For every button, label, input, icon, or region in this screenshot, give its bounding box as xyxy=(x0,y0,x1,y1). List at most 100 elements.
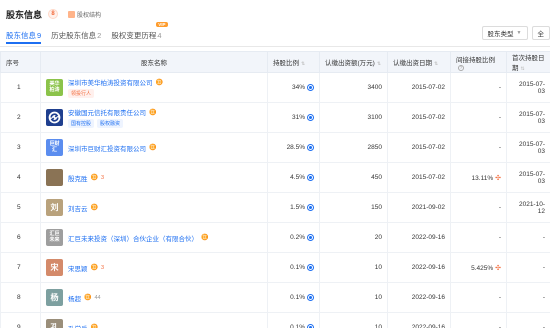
holder-name-row: 深圳市美华柏涛投资有限公司 ♊ xyxy=(68,77,163,88)
table-header-row: 序号 股东名称 持股比例 ⇅ 认缴出资额(万元) ⇅ 认缴出资日期 ⇅ 间接持股比例?… xyxy=(0,51,550,73)
related-company-icon[interactable]: ♊ xyxy=(91,174,98,181)
holder-name-link[interactable]: 宋思颖 xyxy=(68,263,88,273)
tab-equity-changes[interactable]: 股权变更历程4 VIP xyxy=(111,21,168,41)
tag-row: 领投行人 xyxy=(68,89,163,98)
ratio-cell: 0.1% xyxy=(267,252,320,283)
row-index: 9 xyxy=(0,312,41,328)
penetration-icon[interactable]: ✣ xyxy=(495,265,501,272)
related-company-icon[interactable]: ♊ xyxy=(84,294,91,301)
holder-name-link[interactable]: 刘吉云 xyxy=(68,203,88,213)
equity-chain-icon[interactable]: ♊ xyxy=(91,204,98,211)
holder-cell: 孔孔学兵♊ xyxy=(40,312,268,328)
sort-icon: ⇅ xyxy=(301,61,306,67)
table-row: 1 美华 柏涛 深圳市美华柏涛投资有限公司 ♊ 领投行人 34% 3400 2015-07-0… xyxy=(0,72,550,103)
ratio-chart-icon[interactable] xyxy=(307,83,314,91)
amount-cell: 2850 xyxy=(319,132,388,163)
row-index: 8 xyxy=(0,282,41,313)
shareholder-type-dropdown[interactable]: 股东类型 ▼ xyxy=(481,26,528,40)
equity-chain-icon[interactable]: ♊ xyxy=(201,234,208,241)
dropdown-label: 股东类型 xyxy=(487,31,514,38)
holder-name-row: 汇巨未来投资（深圳）合伙企业（有限合伙） ♊ xyxy=(68,233,208,243)
tab-count: 9 xyxy=(37,30,42,40)
ratio-chart-icon[interactable] xyxy=(307,143,314,151)
holder: 安徽国元信托有限责任公司 ♊ 国有控股 股权融资 xyxy=(46,107,262,128)
table-row: 6 汇巨 未来 汇巨未来投资（深圳）合伙企业（有限合伙） ♊ 0.2% 20 2022-09… xyxy=(0,222,550,253)
penetration-icon[interactable]: ✣ xyxy=(495,175,501,182)
ratio-value: 1.5% xyxy=(290,204,305,212)
holder-name-link[interactable]: 孔学兵 xyxy=(68,323,88,328)
ratio-chart-icon[interactable] xyxy=(307,323,314,328)
holder-cell: 刘刘吉云 ♊ xyxy=(40,192,268,223)
first-date-cell: 2015-07-03 xyxy=(506,162,550,193)
table-row: 7 宋宋思颖 ♊ 3 0.1% 10 2022-09-16 5.425% ✣ - xyxy=(0,252,550,283)
holder-tag: 领投行人 xyxy=(68,89,95,98)
holder: 孔孔学兵♊ xyxy=(46,319,262,328)
holder-name-link[interactable]: 汇巨未来投资（深圳）合伙企业（有限合伙） xyxy=(68,233,198,243)
holder-name-link[interactable]: 深圳市美华柏涛投资有限公司 xyxy=(68,77,153,87)
tab-count: 4 xyxy=(157,30,162,40)
avatar: 宋 xyxy=(46,259,63,276)
ratio-value: 0.1% xyxy=(290,324,305,328)
row-index: 6 xyxy=(0,222,41,253)
equity-chain-icon[interactable]: ♊ xyxy=(149,144,156,151)
avatar: 杨 xyxy=(46,289,63,306)
equity-chain-icon[interactable]: ♊ xyxy=(149,109,156,116)
count-badge: 8 xyxy=(48,9,59,19)
holder-name-link[interactable]: 深圳市巨财汇投资有限公司 xyxy=(68,143,146,153)
first-date-cell: - xyxy=(506,222,550,253)
holder-info: 汇巨未来投资（深圳）合伙企业（有限合伙） ♊ xyxy=(68,233,208,243)
avatar: 孔 xyxy=(46,319,63,328)
other-filter-dropdown[interactable]: 全 xyxy=(531,26,550,40)
col-date[interactable]: 认缴出资日期 ⇅ xyxy=(387,51,451,73)
holder: 汇巨 未来 汇巨未来投资（深圳）合伙企业（有限合伙） ♊ xyxy=(46,229,262,246)
tab-history-shareholders[interactable]: 历史股东信息2 xyxy=(51,30,101,41)
tab-label: 股权变更历程 xyxy=(111,30,157,40)
holder-info: 刘吉云 ♊ xyxy=(68,203,98,213)
ratio-chart-icon[interactable] xyxy=(307,173,314,181)
holder-name-link[interactable]: 殷克胜 xyxy=(68,173,88,183)
equity-structure-label: 股权结构 xyxy=(77,12,102,19)
related-count[interactable]: 3 xyxy=(101,175,104,181)
holder: 杨杨超 ♊ 44 xyxy=(46,289,262,306)
indirect-cell: 5.425% ✣ xyxy=(450,252,507,283)
ratio-chart-icon[interactable] xyxy=(307,293,314,301)
tab-shareholders[interactable]: 股东信息9 xyxy=(6,30,42,44)
col-ratio[interactable]: 持股比例 ⇅ xyxy=(267,51,320,73)
indirect-value: - xyxy=(498,204,501,211)
indirect-cell: - xyxy=(450,282,507,313)
help-icon[interactable]: ? xyxy=(458,64,464,71)
ratio-cell: 0.2% xyxy=(267,222,320,253)
table-body: 1 美华 柏涛 深圳市美华柏涛投资有限公司 ♊ 领投行人 34% 3400 2015-07-0… xyxy=(0,72,550,328)
person-photo xyxy=(46,169,63,186)
col-amount[interactable]: 认缴出资额(万元) ⇅ xyxy=(319,51,388,73)
equity-chain-icon[interactable]: ♊ xyxy=(91,324,98,328)
ratio-chart-icon[interactable] xyxy=(307,203,314,211)
holder: 刘刘吉云 ♊ xyxy=(46,199,262,216)
shareholder-table: 序号 股东名称 持股比例 ⇅ 认缴出资额(万元) ⇅ 认缴出资日期 ⇅ 间接持股比例?… xyxy=(0,51,550,328)
equity-structure-link[interactable]: 股权结构 xyxy=(68,10,101,19)
holder-cell: 汇巨 未来 汇巨未来投资（深圳）合伙企业（有限合伙） ♊ xyxy=(40,222,268,253)
holder-cell: 宋宋思颖 ♊ 3 xyxy=(40,252,268,283)
related-company-icon[interactable]: ♊ xyxy=(91,264,98,271)
ratio-value: 4.5% xyxy=(290,174,305,182)
ratio-cell: 4.5% xyxy=(267,162,320,193)
tab-label: 历史股东信息 xyxy=(51,30,97,40)
equity-chain-icon[interactable]: ♊ xyxy=(156,79,163,86)
ratio-chart-icon[interactable] xyxy=(307,263,314,271)
ratio-chart-icon[interactable] xyxy=(307,113,314,121)
row-index: 7 xyxy=(0,252,41,283)
section-header: 股东信息 8 股权结构 xyxy=(6,6,101,22)
col-name-label: 股东名称 xyxy=(141,60,167,67)
holder-name-link[interactable]: 杨超 xyxy=(68,293,81,303)
related-count[interactable]: 44 xyxy=(94,295,100,301)
indirect-cell: - xyxy=(450,192,507,223)
date-cell: 2015-07-02 xyxy=(387,162,451,193)
table-row: 3 巨财 汇深圳市巨财汇投资有限公司 ♊ 28.5% 2850 2015-07-02 -20… xyxy=(0,132,550,163)
col-first-date[interactable]: 首次持股日期 ⇅ xyxy=(506,51,550,73)
amount-cell: 3100 xyxy=(319,102,388,133)
holder-tag: 股权融资 xyxy=(97,119,124,128)
ratio-chart-icon[interactable] xyxy=(307,233,314,241)
tab-bar: 股东信息9 历史股东信息2 股权变更历程4 VIP xyxy=(6,21,168,44)
related-count[interactable]: 3 xyxy=(101,265,104,271)
holder-name-link[interactable]: 安徽国元信托有限责任公司 xyxy=(68,107,146,117)
